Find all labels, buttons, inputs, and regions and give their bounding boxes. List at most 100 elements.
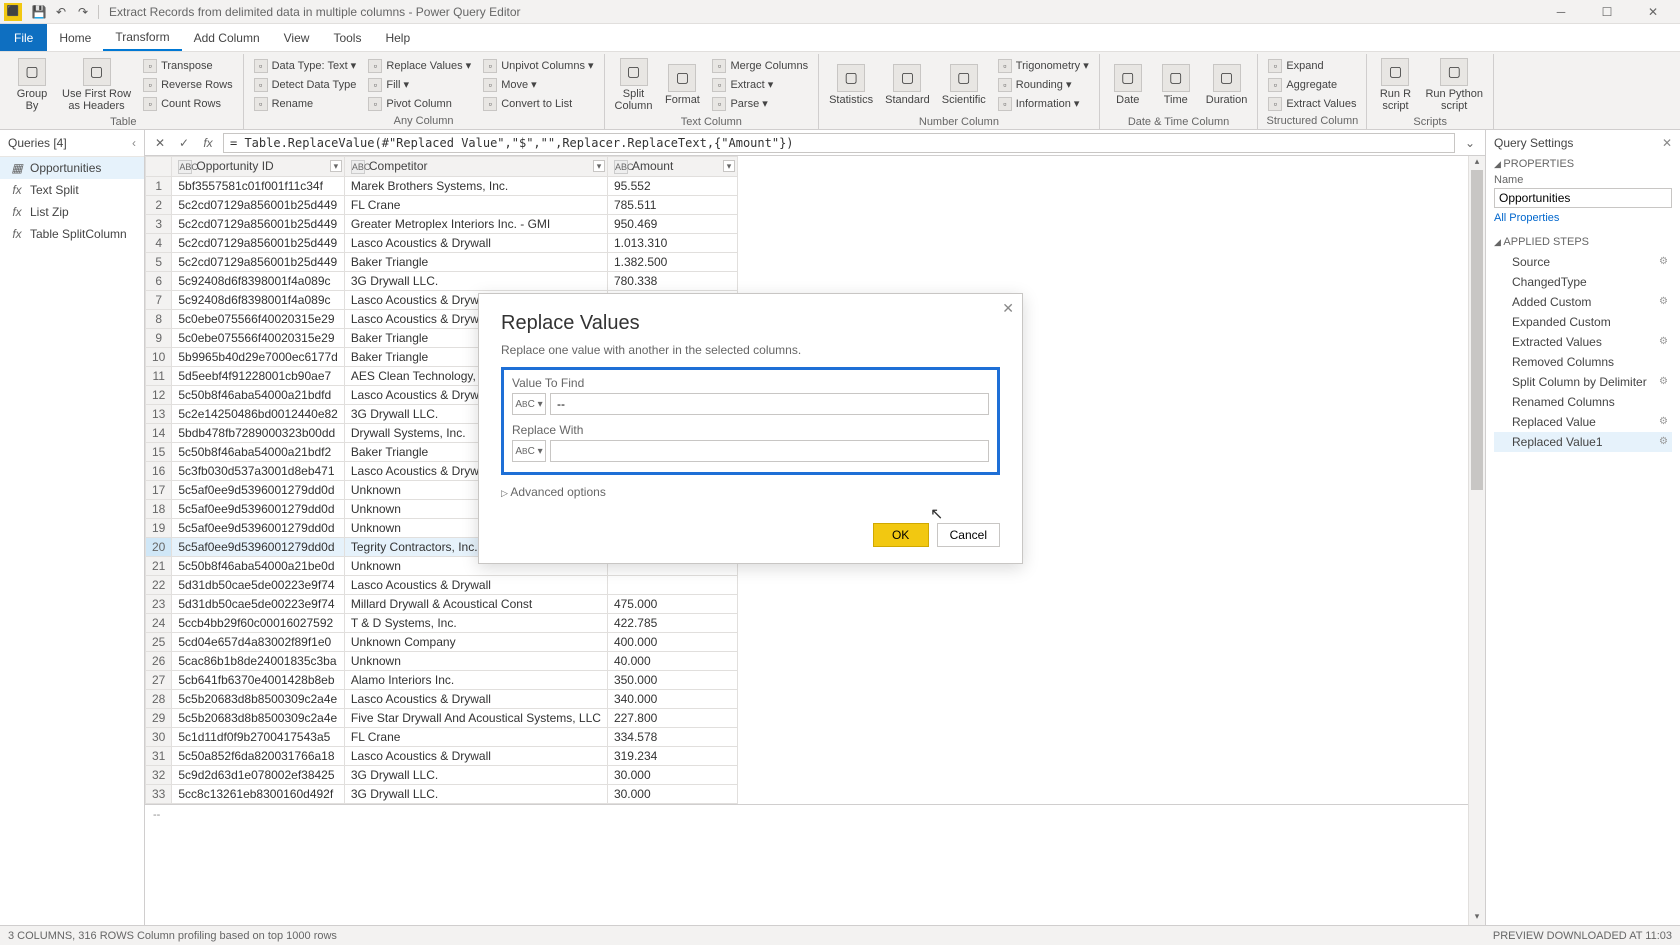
cell[interactable]: 319.234 — [607, 747, 737, 766]
column-filter-icon[interactable]: ▾ — [593, 160, 605, 172]
row-number[interactable]: 11 — [146, 367, 172, 386]
collapse-queries-icon[interactable]: ‹ — [132, 136, 136, 150]
dialog-close-icon[interactable]: ✕ — [1002, 300, 1014, 317]
cell[interactable]: 95.552 — [607, 177, 737, 196]
ribbon-transpose[interactable]: ▫Transpose — [139, 56, 237, 75]
table-row[interactable]: 235d31db50cae5de00223e9f74Millard Drywal… — [146, 595, 738, 614]
cell[interactable]: Unknown — [344, 652, 607, 671]
vertical-scrollbar[interactable]: ▴ ▾ — [1468, 156, 1485, 925]
column-header-competitor[interactable]: ABCCompetitor▾ — [344, 157, 607, 177]
row-number[interactable]: 6 — [146, 272, 172, 291]
row-number[interactable]: 31 — [146, 747, 172, 766]
cell[interactable]: 5c0ebe075566f40020315e29 — [172, 329, 345, 348]
cell[interactable]: 5c50a852f6da820031766a18 — [172, 747, 345, 766]
table-row[interactable]: 255cd04e657d4a83002f89f1e0Unknown Compan… — [146, 633, 738, 652]
save-icon[interactable]: 💾 — [30, 3, 48, 21]
cell[interactable]: 3G Drywall LLC. — [344, 766, 607, 785]
scroll-up-icon[interactable]: ▴ — [1469, 156, 1485, 170]
accept-formula-icon[interactable]: ✓ — [175, 134, 193, 152]
cell[interactable]: 5c92408d6f8398001f4a089c — [172, 291, 345, 310]
cell[interactable] — [607, 576, 737, 595]
cell[interactable]: 5c0ebe075566f40020315e29 — [172, 310, 345, 329]
cell[interactable]: 5ccb4bb29f60c00016027592 — [172, 614, 345, 633]
cell[interactable]: 5cac86b1b8de24001835c3ba — [172, 652, 345, 671]
row-number[interactable]: 8 — [146, 310, 172, 329]
cell[interactable]: 1.382.500 — [607, 253, 737, 272]
row-number[interactable]: 17 — [146, 481, 172, 500]
cell[interactable]: 400.000 — [607, 633, 737, 652]
row-number[interactable]: 28 — [146, 690, 172, 709]
table-row[interactable]: 305c1d11df0f9b2700417543a5FL Crane334.57… — [146, 728, 738, 747]
cell[interactable]: Lasco Acoustics & Drywall — [344, 234, 607, 253]
cell[interactable]: 5cc8c13261eb8300160d492f — [172, 785, 345, 804]
formula-input[interactable] — [223, 133, 1455, 153]
ribbon-date[interactable]: ▢Date — [1106, 56, 1150, 114]
replace-input[interactable] — [550, 440, 989, 462]
table-row[interactable]: 225d31db50cae5de00223e9f74Lasco Acoustic… — [146, 576, 738, 595]
redo-icon[interactable]: ↷ — [74, 3, 92, 21]
ribbon-duration[interactable]: ▢Duration — [1202, 56, 1252, 114]
step-replaced-value[interactable]: Replaced Value⚙ — [1494, 412, 1672, 432]
ribbon-pivot-column[interactable]: ▫Pivot Column — [364, 94, 475, 113]
row-number[interactable]: 16 — [146, 462, 172, 481]
step-source[interactable]: Source⚙ — [1494, 252, 1672, 272]
row-number[interactable]: 10 — [146, 348, 172, 367]
scroll-thumb[interactable] — [1471, 170, 1483, 490]
cell[interactable]: 5c5b20683d8b8500309c2a4e — [172, 690, 345, 709]
row-number[interactable]: 25 — [146, 633, 172, 652]
gear-icon[interactable]: ⚙ — [1659, 296, 1668, 307]
table-row[interactable]: 35c2cd07129a856001b25d449Greater Metropl… — [146, 215, 738, 234]
close-button[interactable]: ✕ — [1630, 0, 1676, 24]
ribbon-fill-[interactable]: ▫Fill ▾ — [364, 75, 475, 94]
row-number[interactable]: 22 — [146, 576, 172, 595]
cell[interactable]: Unknown Company — [344, 633, 607, 652]
ribbon-run-r-script[interactable]: ▢Run Rscript — [1373, 56, 1417, 114]
row-corner[interactable] — [146, 157, 172, 177]
cell[interactable]: 5c2cd07129a856001b25d449 — [172, 196, 345, 215]
cell[interactable]: Lasco Acoustics & Drywall — [344, 690, 607, 709]
cell[interactable]: 780.338 — [607, 272, 737, 291]
step-split-column-by-delimiter[interactable]: Split Column by Delimiter⚙ — [1494, 372, 1672, 392]
cell[interactable]: 5c5af0ee9d5396001279dd0d — [172, 500, 345, 519]
cell[interactable]: Marek Brothers Systems, Inc. — [344, 177, 607, 196]
cell[interactable]: 5c50b8f46aba54000a21bdf2 — [172, 443, 345, 462]
minimize-button[interactable]: ─ — [1538, 0, 1584, 24]
ribbon-group-by[interactable]: ▢GroupBy — [10, 56, 54, 114]
cell[interactable]: 1.013.310 — [607, 234, 737, 253]
cell[interactable]: 5d31db50cae5de00223e9f74 — [172, 595, 345, 614]
table-row[interactable]: 25c2cd07129a856001b25d449FL Crane785.511 — [146, 196, 738, 215]
cell[interactable]: 5c1d11df0f9b2700417543a5 — [172, 728, 345, 747]
row-number[interactable]: 33 — [146, 785, 172, 804]
ribbon-aggregate[interactable]: ▫Aggregate — [1264, 75, 1360, 94]
ribbon-expand[interactable]: ▫Expand — [1264, 56, 1360, 75]
ribbon-unpivot-columns-[interactable]: ▫Unpivot Columns ▾ — [479, 56, 597, 75]
ribbon-time[interactable]: ▢Time — [1154, 56, 1198, 114]
cell[interactable]: 5d5eebf4f91228001cb90ae7 — [172, 367, 345, 386]
cell[interactable]: 5c5b20683d8b8500309c2a4e — [172, 709, 345, 728]
cell[interactable]: 5c92408d6f8398001f4a089c — [172, 272, 345, 291]
row-number[interactable]: 2 — [146, 196, 172, 215]
row-number[interactable]: 19 — [146, 519, 172, 538]
gear-icon[interactable]: ⚙ — [1659, 416, 1668, 427]
row-number[interactable]: 13 — [146, 405, 172, 424]
cell[interactable]: 785.511 — [607, 196, 737, 215]
table-row[interactable]: 15bf3557581c01f001f11c34fMarek Brothers … — [146, 177, 738, 196]
ribbon-detect-data-type[interactable]: ▫Detect Data Type — [250, 75, 361, 94]
column-header-opportunity-id[interactable]: ABCOpportunity ID▾ — [172, 157, 345, 177]
ribbon-format[interactable]: ▢Format — [660, 56, 704, 114]
cell[interactable]: 5cd04e657d4a83002f89f1e0 — [172, 633, 345, 652]
cell[interactable]: T & D Systems, Inc. — [344, 614, 607, 633]
cell[interactable]: 5c3fb030d537a3001d8eb471 — [172, 462, 345, 481]
row-number[interactable]: 18 — [146, 500, 172, 519]
table-row[interactable]: 245ccb4bb29f60c00016027592T & D Systems,… — [146, 614, 738, 633]
step-extracted-values[interactable]: Extracted Values⚙ — [1494, 332, 1672, 352]
cell[interactable]: Five Star Drywall And Acoustical Systems… — [344, 709, 607, 728]
column-filter-icon[interactable]: ▾ — [330, 160, 342, 172]
cell[interactable]: Alamo Interiors Inc. — [344, 671, 607, 690]
ribbon-extract-values[interactable]: ▫Extract Values — [1264, 94, 1360, 113]
table-row[interactable]: 335cc8c13261eb8300160d492f3G Drywall LLC… — [146, 785, 738, 804]
step-replaced-value1[interactable]: Replaced Value1⚙ — [1494, 432, 1672, 452]
ribbon-statistics[interactable]: ▢Statistics — [825, 56, 877, 114]
row-number[interactable]: 20 — [146, 538, 172, 557]
ribbon-convert-to-list[interactable]: ▫Convert to List — [479, 94, 597, 113]
